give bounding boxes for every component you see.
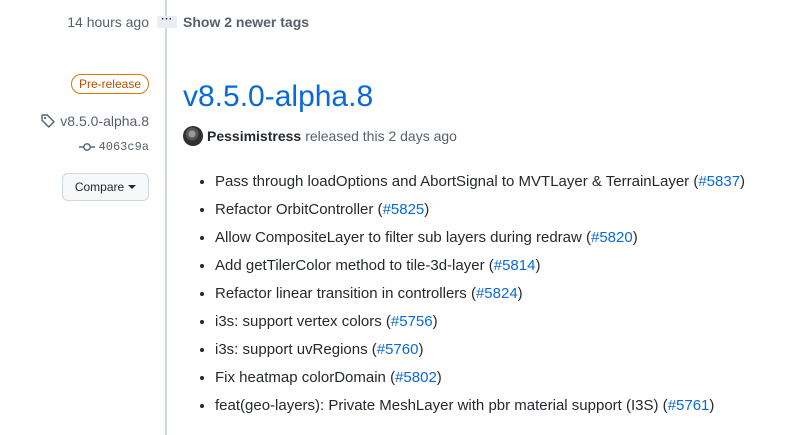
note-suffix: ) xyxy=(432,313,438,330)
note-text: Pass through loadOptions and AbortSignal… xyxy=(215,173,699,190)
pr-link[interactable]: #5820 xyxy=(591,229,633,246)
pr-link[interactable]: #5814 xyxy=(494,257,536,274)
note-suffix: ) xyxy=(517,285,523,302)
timestamp: 14 hours ago xyxy=(67,14,149,30)
tag-name: v8.5.0-alpha.8 xyxy=(60,113,149,129)
released-text: released this 2 days ago xyxy=(305,128,457,144)
list-item: feat(geo-layers): Private MeshLayer with… xyxy=(215,392,745,420)
pr-link[interactable]: #5802 xyxy=(395,369,437,386)
note-suffix: ) xyxy=(436,369,442,386)
list-item: Refactor linear transition in controller… xyxy=(215,280,745,308)
git-commit-icon xyxy=(78,143,95,151)
note-suffix: ) xyxy=(418,341,424,358)
note-suffix: ) xyxy=(709,397,715,414)
list-item: Add getTilerColor method to tile-3d-laye… xyxy=(215,252,745,280)
author-link[interactable]: Pessimistress xyxy=(207,128,301,144)
note-text: feat(geo-layers): Private MeshLayer with… xyxy=(215,397,668,414)
prerelease-badge: Pre-release xyxy=(70,74,149,94)
list-item: i3s: support vertex colors (#5756) xyxy=(215,308,745,336)
list-item: Allow CompositeLayer to filter sub layer… xyxy=(215,224,745,252)
tag-link[interactable]: v8.5.0-alpha.8 xyxy=(40,113,149,129)
note-text: i3s: support uvRegions ( xyxy=(215,341,377,358)
avatar[interactable] xyxy=(183,126,203,146)
note-text: Refactor linear transition in controller… xyxy=(215,285,476,302)
pr-link[interactable]: #5837 xyxy=(698,173,740,190)
note-text: Allow CompositeLayer to filter sub layer… xyxy=(215,229,591,246)
note-suffix: ) xyxy=(535,257,541,274)
tag-icon xyxy=(41,114,55,128)
note-suffix: ) xyxy=(424,201,430,218)
release-byline: Pessimistress released this 2 days ago xyxy=(183,126,457,146)
timeline-line xyxy=(165,0,167,435)
pr-link[interactable]: #5760 xyxy=(377,341,419,358)
note-text: Fix heatmap colorDomain ( xyxy=(215,369,396,386)
compare-label: Compare xyxy=(74,180,125,194)
note-suffix: ) xyxy=(632,229,638,246)
compare-button[interactable]: Compare xyxy=(62,173,149,201)
note-suffix: ) xyxy=(740,173,746,190)
commit-link[interactable]: 4063c9a xyxy=(78,139,149,155)
list-item: Pass through loadOptions and AbortSignal… xyxy=(215,168,745,196)
chevron-down-icon xyxy=(128,185,137,189)
pr-link[interactable]: #5756 xyxy=(391,313,433,330)
expand-newer-tags-button[interactable]: ··· xyxy=(157,14,177,28)
release-title[interactable]: v8.5.0-alpha.8 xyxy=(183,80,373,114)
note-text: Add getTilerColor method to tile-3d-laye… xyxy=(215,257,494,274)
note-text: Refactor OrbitController ( xyxy=(215,201,383,218)
commit-sha: 4063c9a xyxy=(98,140,149,154)
list-item: Refactor OrbitController (#5825) xyxy=(215,196,745,224)
pr-link[interactable]: #5824 xyxy=(476,285,518,302)
pr-link[interactable]: #5761 xyxy=(668,397,710,414)
show-newer-tags-link[interactable]: Show 2 newer tags xyxy=(183,14,309,30)
list-item: Fix heatmap colorDomain (#5802) xyxy=(215,364,745,392)
release-notes-list: Pass through loadOptions and AbortSignal… xyxy=(197,168,745,420)
pr-link[interactable]: #5825 xyxy=(383,201,425,218)
list-item: i3s: support uvRegions (#5760) xyxy=(215,336,745,364)
note-text: i3s: support vertex colors ( xyxy=(215,313,391,330)
